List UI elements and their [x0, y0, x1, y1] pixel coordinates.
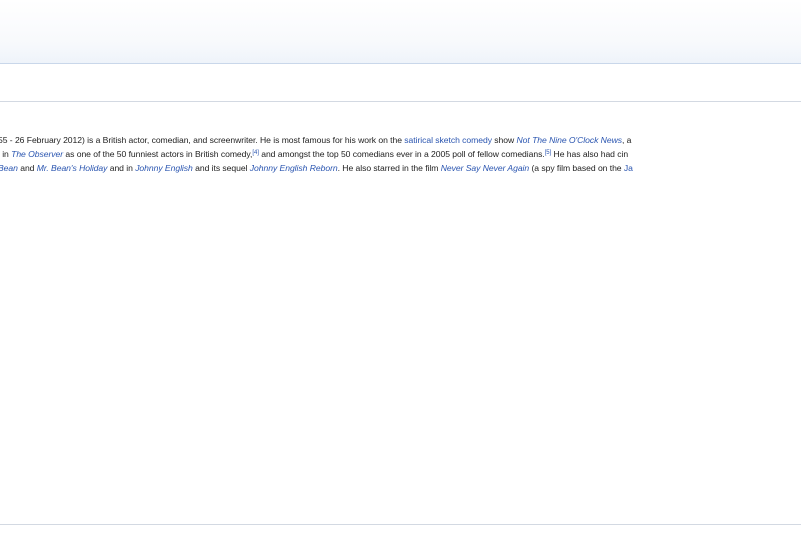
- text-fragment: , a: [621, 135, 632, 145]
- link-never-say-never-again[interactable]: Never Say Never Again: [441, 163, 529, 173]
- header-divider: [0, 63, 801, 64]
- link-the-observer[interactable]: The Observer: [11, 149, 63, 159]
- text-fragment: (a spy film based on the: [529, 163, 624, 173]
- text-fragment: as one of the 50 funniest actors in Brit…: [63, 149, 253, 159]
- link-mr-beans-holiday[interactable]: Mr. Bean's Holiday: [37, 163, 108, 173]
- link-bean[interactable]: Bean: [0, 163, 18, 173]
- text-fragment: show: [491, 135, 517, 145]
- link-johnny-english-reborn[interactable]: Johnny English Reborn: [250, 163, 338, 173]
- article-line-2: l in The Observer as one of the 50 funni…: [0, 147, 801, 161]
- text-fragment: 55 - 26 February 2012) is a British acto…: [0, 135, 405, 145]
- page-header: [0, 0, 801, 64]
- link-ja[interactable]: Ja: [624, 163, 633, 173]
- text-fragment: . He also starred in the film: [337, 163, 441, 173]
- link-not-the-nine-oclock-news[interactable]: Not The Nine O'Clock News: [517, 135, 623, 145]
- content-divider-top: [0, 101, 801, 102]
- text-fragment: l in: [0, 149, 9, 159]
- link-satirical-sketch-comedy[interactable]: satirical sketch comedy: [404, 135, 492, 145]
- text-fragment: and amongst the top 50 comedians ever in…: [258, 149, 545, 159]
- article-line-3: Bean and Mr. Bean's Holiday and in Johnn…: [0, 161, 801, 175]
- article-body: 55 - 26 February 2012) is a British acto…: [0, 133, 801, 175]
- text-fragment: and its sequel: [192, 163, 250, 173]
- text-fragment: and in: [107, 163, 136, 173]
- article-line-1: 55 - 26 February 2012) is a British acto…: [0, 133, 801, 147]
- text-fragment: He has also had cin: [551, 149, 629, 159]
- link-johnny-english[interactable]: Johnny English: [135, 163, 193, 173]
- text-fragment: and: [17, 163, 37, 173]
- content-divider-bottom: [0, 524, 801, 525]
